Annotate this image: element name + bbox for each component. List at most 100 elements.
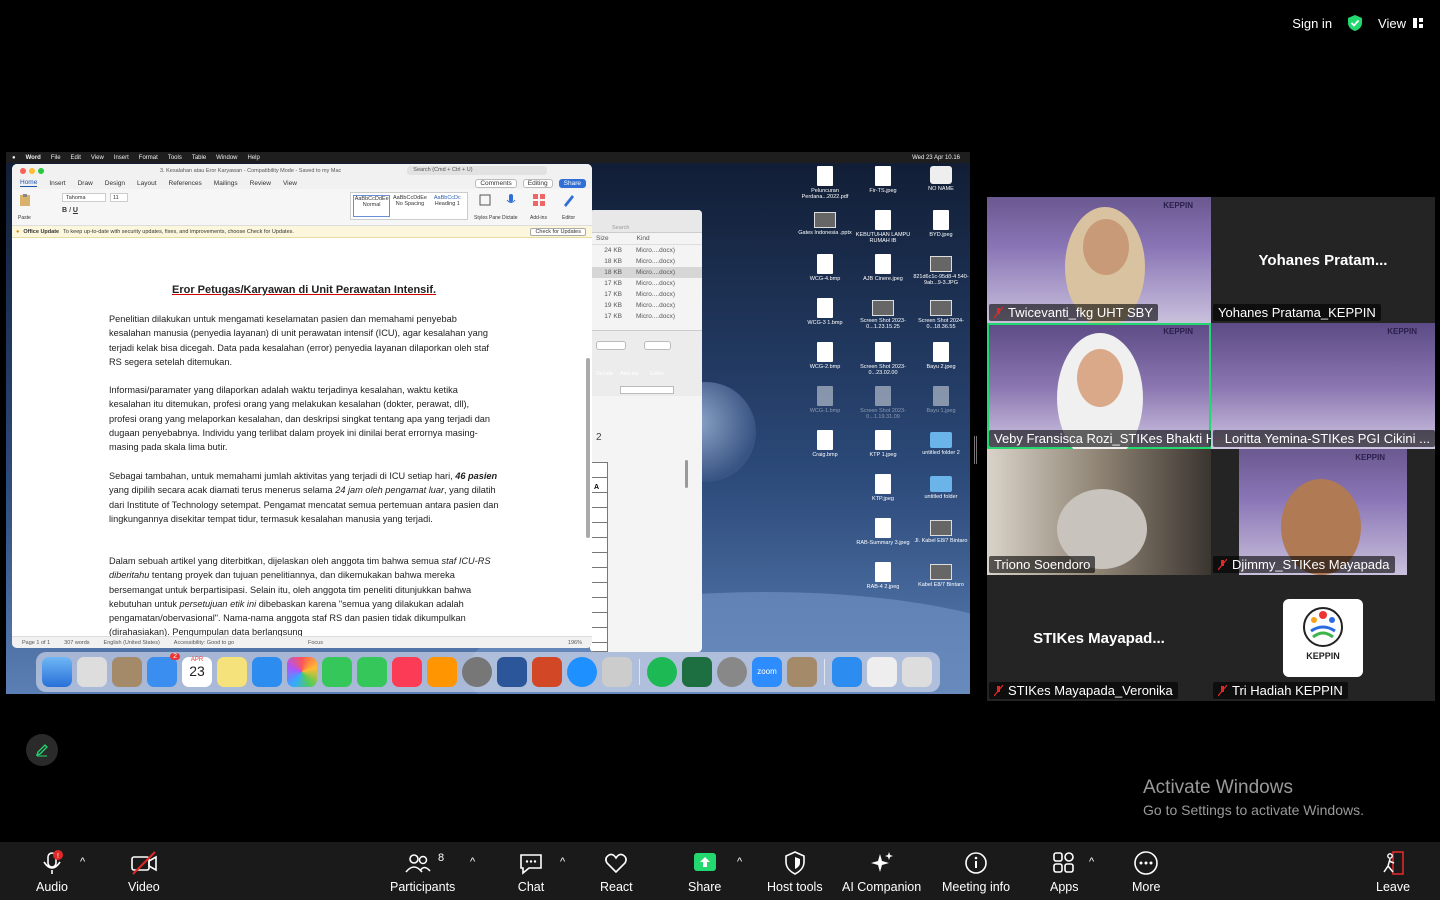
video-tile-active-speaker[interactable]: KEPPIN Veby Fransisca Rozi_STIKes Bhakti… (987, 323, 1211, 449)
participants-options-caret[interactable]: ^ (470, 856, 475, 868)
powerpoint-icon[interactable] (532, 657, 562, 687)
document-canvas[interactable]: Eror Petugas/Karyawan di Unit Perawatan … (12, 250, 592, 637)
check-updates-button[interactable]: Check for Updates (620, 386, 674, 394)
desktop-file-icon[interactable]: Gates Indonesia .pptx (796, 210, 854, 236)
style-heading-1[interactable]: AaBbCcDc Heading 1 (430, 195, 465, 217)
desktop-file-icon[interactable]: Fir-TS.jpeg (854, 166, 912, 194)
menu-edit[interactable]: Edit (71, 155, 81, 161)
tab-design[interactable]: Design (105, 180, 125, 187)
status-language[interactable]: English (United States) (104, 640, 160, 646)
share-options-caret[interactable]: ^ (737, 856, 742, 868)
desktop-file-icon[interactable]: WCG-4.bmp (796, 254, 854, 282)
video-tile[interactable]: KEPPIN Djimmy_STIKes Mayapada (1211, 449, 1435, 575)
tab-home[interactable]: Home (20, 179, 38, 187)
tab-references[interactable]: References (169, 180, 202, 187)
meeting-info-button[interactable]: Meeting info (942, 850, 1010, 894)
messages-icon[interactable] (322, 657, 352, 687)
finder-search[interactable]: Search (612, 225, 629, 231)
desktop-file-icon[interactable]: Bayu 2.jpeg (912, 342, 970, 370)
desktop-file-icon[interactable]: Jl. Kabel E8/7 Bintaro (912, 518, 970, 544)
menu-table[interactable]: Table (192, 155, 206, 161)
comments-button[interactable]: Comments (475, 178, 517, 188)
tab-mailings[interactable]: Mailings (214, 180, 238, 187)
menu-window[interactable]: Window (216, 155, 237, 161)
desktop-file-icon[interactable]: KEBUTUHAN LAMPU RUMAH IB (854, 210, 912, 244)
bold-icon[interactable]: B I U (62, 207, 78, 214)
desktop-file-icon[interactable]: Bayu 1.jpeg (912, 386, 970, 414)
finder-row[interactable]: 18 KB Micro....docx) (590, 256, 702, 267)
video-tile[interactable]: STIKes Mayapad... STIKes Mayapada_Veroni… (987, 575, 1211, 701)
view-button[interactable]: View (1378, 16, 1424, 31)
styles-pane-icon[interactable] (478, 193, 492, 207)
background-finder-window[interactable]: Search Size Kind 24 KB Micro....docx) 18 K… (590, 210, 702, 652)
whatsapp-icon[interactable] (717, 657, 747, 687)
word-window[interactable]: 3. Kesalahan atau Eror Karyawan - Compat… (12, 164, 592, 648)
menu-view[interactable]: View (91, 155, 104, 161)
desktop-file-icon[interactable]: Peluncuran Perdana...2022.pdf (796, 166, 854, 200)
chat-options-caret[interactable]: ^ (560, 856, 565, 868)
ai-companion-button[interactable]: AI Companion (842, 850, 921, 894)
desktop-file-icon[interactable]: WCG-2.bmp (796, 342, 854, 370)
share-button[interactable]: Share (644, 341, 672, 350)
annotate-button[interactable] (26, 734, 58, 766)
desktop-file-icon[interactable]: AJB Cinere.jpeg (854, 254, 912, 282)
dictate-label[interactable]: Dictate (596, 371, 613, 377)
editing-button[interactable]: Editing (596, 341, 626, 350)
zoom-icon[interactable] (38, 167, 44, 174)
editing-button[interactable]: Editing (522, 178, 553, 188)
desktop-file-icon[interactable]: WCG-3 1.bmp (796, 298, 854, 326)
desktop-file-icon[interactable]: Kabel E8/7 Bintaro (912, 562, 970, 588)
tab-insert[interactable]: Insert (49, 180, 65, 187)
preview-icon[interactable] (602, 657, 632, 687)
trash-icon[interactable] (902, 657, 932, 687)
share-button[interactable]: Share (558, 178, 586, 188)
notes-icon[interactable] (217, 657, 247, 687)
participants-button[interactable]: 8 Participants (390, 850, 455, 894)
addins-label[interactable]: Add-ins (620, 371, 639, 377)
editor-icon[interactable] (562, 193, 576, 207)
app-folder-icon[interactable] (112, 657, 142, 687)
col-kind[interactable]: Kind (637, 235, 650, 242)
share-screen-button[interactable]: Share (688, 850, 721, 894)
finder-row[interactable]: 18 KB Micro....docx) (590, 267, 702, 278)
status-accessibility[interactable]: Accessibility: Good to go (174, 640, 234, 646)
video-button[interactable]: Video (128, 850, 160, 894)
desktop-file-icon[interactable]: untitled folder 2 (912, 430, 970, 456)
desktop-file-icon[interactable]: Screen Shot 2023-0...23.02.00 (854, 342, 912, 376)
tab-layout[interactable]: Layout (137, 180, 157, 187)
desktop-file-icon[interactable]: Screen Shot 2023-0...1.23.15.25 (854, 298, 912, 330)
finder-row[interactable]: 19 KB Micro....docx) (590, 300, 702, 311)
tab-view[interactable]: View (283, 180, 297, 187)
finder-icon[interactable] (42, 657, 72, 687)
video-tile[interactable]: KEPPIN Loritta Yemina-STIKes PGI Cikini … (1211, 323, 1435, 449)
desktop-file-icon[interactable]: untitled folder (912, 474, 970, 500)
launchpad-icon[interactable] (77, 657, 107, 687)
styles-gallery[interactable]: AaBbCcDdEe Normal AaBbCcDdEe No Spacing Aa… (350, 192, 468, 220)
calendar-icon[interactable]: APR 23 (182, 657, 212, 687)
desktop-file-icon[interactable]: BYD.jpeg (912, 210, 970, 238)
mail-icon[interactable]: 2 (147, 653, 180, 687)
facetime-icon[interactable] (357, 657, 387, 687)
apple-icon[interactable]: ● (12, 155, 16, 161)
desktop-file-icon[interactable]: RAB-4 2.jpeg (854, 562, 912, 590)
zoom-app-icon[interactable]: zoom (752, 657, 782, 687)
desktop-file-icon[interactable]: Screen Shot 2023-0...1.19.31.09 (854, 386, 912, 420)
sign-in-link[interactable]: Sign in (1292, 16, 1332, 31)
downloads-folder-icon[interactable] (787, 657, 817, 687)
apps-options-caret[interactable]: ^ (1089, 856, 1094, 868)
menu-file[interactable]: File (51, 155, 61, 161)
excel-icon[interactable] (682, 657, 712, 687)
video-tile[interactable]: KEPPIN Tri Hadiah KEPPIN (1211, 575, 1435, 701)
editor-label[interactable]: Editor (650, 371, 664, 377)
spotify-icon[interactable] (647, 657, 677, 687)
split-resize-handle[interactable] (974, 436, 977, 464)
desktop-file-icon[interactable]: 821d6c1c-95d8-4 540-9ab...9-3.JPG (912, 254, 970, 286)
photos-icon[interactable] (287, 657, 317, 687)
menu-format[interactable]: Format (139, 155, 158, 161)
close-icon[interactable] (20, 167, 26, 174)
desktop-file-icon[interactable]: KTP.jpeg (854, 474, 912, 502)
encryption-shield-icon[interactable] (1346, 14, 1364, 32)
minimize-icon[interactable] (29, 167, 35, 174)
desktop-file-icon[interactable]: RAB-Summary 3.jpeg (854, 518, 912, 546)
appstore-icon[interactable] (252, 657, 282, 687)
